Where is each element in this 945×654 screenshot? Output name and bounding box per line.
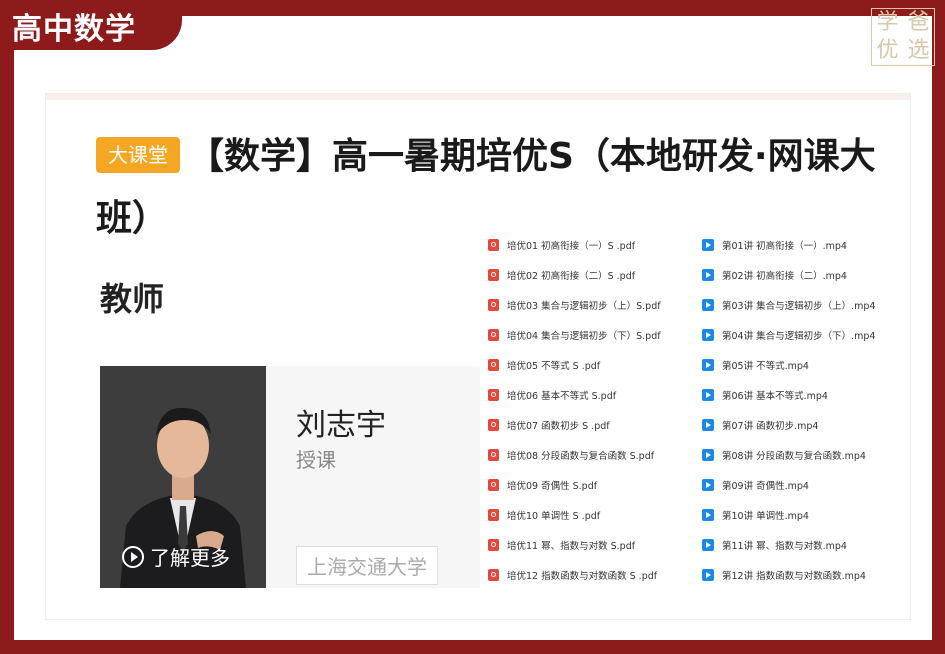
pdf-file[interactable]: 培优06 基本不等式 S.pdf — [488, 380, 684, 410]
brand-logo: 学 爸 优 选 — [871, 8, 935, 66]
file-name: 培优03 集合与逻辑初步（上）S.pdf — [507, 301, 661, 312]
pdf-icon — [488, 479, 499, 491]
teacher-photo[interactable]: 了解更多 — [100, 366, 266, 588]
video-file[interactable]: 第12讲 指数函数与对数函数.mp4 — [684, 560, 880, 590]
file-name: 培优11 幂、指数与对数 S.pdf — [507, 541, 636, 552]
video-file[interactable]: 第11讲 幂、指数与对数.mp4 — [684, 530, 880, 560]
pdf-icon — [488, 389, 499, 401]
video-file[interactable]: 第01讲 初高衔接（一）.mp4 — [684, 230, 880, 260]
video-icon — [702, 299, 714, 311]
pdf-file[interactable]: 培优02 初高衔接（二）S .pdf — [488, 260, 684, 290]
pdf-icon — [488, 359, 499, 371]
file-name: 第09讲 奇偶性.mp4 — [722, 481, 809, 492]
pdf-file[interactable]: 培优05 不等式 S .pdf — [488, 350, 684, 380]
pdf-icon — [488, 299, 499, 311]
pdf-file[interactable]: 培优03 集合与逻辑初步（上）S.pdf — [488, 290, 684, 320]
pdf-file[interactable]: 培优01 初高衔接（一）S .pdf — [488, 230, 684, 260]
logo-char: 爸 — [907, 10, 930, 35]
video-file[interactable]: 第08讲 分段函数与复合函数.mp4 — [684, 440, 880, 470]
pdf-file[interactable]: 培优09 奇偶性 S.pdf — [488, 470, 684, 500]
pdf-file[interactable]: 培优10 单调性 S .pdf — [488, 500, 684, 530]
pdf-file[interactable]: 培优07 函数初步 S .pdf — [488, 410, 684, 440]
video-icon — [702, 239, 714, 251]
pdf-icon — [488, 509, 499, 521]
file-name: 培优01 初高衔接（一）S .pdf — [507, 241, 636, 252]
file-name: 培优06 基本不等式 S.pdf — [507, 391, 617, 402]
file-name: 第12讲 指数函数与对数函数.mp4 — [722, 571, 866, 582]
learn-more-label: 了解更多 — [150, 546, 230, 570]
video-file[interactable]: 第03讲 集合与逻辑初步（上）.mp4 — [684, 290, 880, 320]
file-name: 培优02 初高衔接（二）S .pdf — [507, 271, 636, 282]
pdf-column: 培优01 初高衔接（一）S .pdf 培优02 初高衔接（二）S .pdf 培优… — [488, 230, 684, 588]
video-icon — [702, 539, 714, 551]
file-name: 培优10 单调性 S .pdf — [507, 511, 601, 522]
play-icon — [122, 545, 144, 568]
pdf-file[interactable]: 培优08 分段函数与复合函数 S.pdf — [488, 440, 684, 470]
video-icon — [702, 389, 714, 401]
file-name: 第08讲 分段函数与复合函数.mp4 — [722, 451, 866, 462]
file-name: 培优08 分段函数与复合函数 S.pdf — [507, 451, 655, 462]
teacher-school: 上海交通大学 — [296, 546, 438, 585]
video-file[interactable]: 第04讲 集合与逻辑初步（下）.mp4 — [684, 320, 880, 350]
video-file[interactable]: 第02讲 初高衔接（二）.mp4 — [684, 260, 880, 290]
file-name: 培优12 指数函数与对数函数 S .pdf — [507, 571, 658, 582]
video-file[interactable]: 第05讲 不等式.mp4 — [684, 350, 880, 380]
pdf-icon — [488, 329, 499, 341]
pdf-file[interactable]: 培优11 幂、指数与对数 S.pdf — [488, 530, 684, 560]
file-name: 第02讲 初高衔接（二）.mp4 — [722, 271, 847, 282]
file-name: 第11讲 幂、指数与对数.mp4 — [722, 541, 847, 552]
file-name: 培优04 集合与逻辑初步（下）S.pdf — [507, 331, 661, 342]
course-badge: 大课堂 — [96, 137, 180, 173]
pdf-icon — [488, 539, 499, 551]
teacher-role: 授课 — [296, 448, 336, 472]
file-name: 第03讲 集合与逻辑初步（上）.mp4 — [722, 301, 876, 312]
mp4-column: 第01讲 初高衔接（一）.mp4 第02讲 初高衔接（二）.mp4 第03讲 集… — [684, 230, 880, 588]
file-name: 培优09 奇偶性 S.pdf — [507, 481, 598, 492]
file-list: 培优01 初高衔接（一）S .pdf 培优02 初高衔接（二）S .pdf 培优… — [488, 230, 880, 588]
video-file[interactable]: 第06讲 基本不等式.mp4 — [684, 380, 880, 410]
video-file[interactable]: 第07讲 函数初步.mp4 — [684, 410, 880, 440]
pdf-file[interactable]: 培优12 指数函数与对数函数 S .pdf — [488, 560, 684, 590]
pdf-icon — [488, 569, 499, 581]
learn-more-link[interactable]: 了解更多 — [122, 542, 230, 571]
file-name: 第01讲 初高衔接（一）.mp4 — [722, 241, 847, 252]
file-name: 培优07 函数初步 S .pdf — [507, 421, 610, 432]
file-name: 第05讲 不等式.mp4 — [722, 361, 809, 372]
video-icon — [702, 479, 714, 491]
teacher-heading: 教师 — [100, 280, 165, 318]
video-icon — [702, 449, 714, 461]
logo-char: 学 — [876, 10, 899, 35]
pdf-icon — [488, 269, 499, 281]
pdf-icon — [488, 449, 499, 461]
video-icon — [702, 269, 714, 281]
video-file[interactable]: 第10讲 单调性.mp4 — [684, 500, 880, 530]
file-name: 第10讲 单调性.mp4 — [722, 511, 809, 522]
file-name: 第04讲 集合与逻辑初步（下）.mp4 — [722, 331, 876, 342]
video-icon — [702, 419, 714, 431]
divider — [46, 94, 910, 100]
logo-char: 选 — [907, 38, 930, 63]
logo-char: 优 — [876, 38, 899, 63]
video-icon — [702, 569, 714, 581]
file-name: 第07讲 函数初步.mp4 — [722, 421, 819, 432]
pdf-file[interactable]: 培优04 集合与逻辑初步（下）S.pdf — [488, 320, 684, 350]
page-title: 高中数学 — [12, 12, 136, 47]
teacher-card[interactable]: 了解更多 刘志宇 授课 上海交通大学 — [100, 366, 480, 588]
video-icon — [702, 509, 714, 521]
video-icon — [702, 329, 714, 341]
video-file[interactable]: 第09讲 奇偶性.mp4 — [684, 470, 880, 500]
pdf-icon — [488, 239, 499, 251]
pdf-icon — [488, 419, 499, 431]
file-name: 第06讲 基本不等式.mp4 — [722, 391, 828, 402]
file-name: 培优05 不等式 S .pdf — [507, 361, 601, 372]
video-icon — [702, 359, 714, 371]
teacher-name: 刘志宇 — [296, 408, 386, 443]
course-title-text: 【数学】高一暑期培优S（本地研发·网课大班） — [96, 136, 876, 239]
